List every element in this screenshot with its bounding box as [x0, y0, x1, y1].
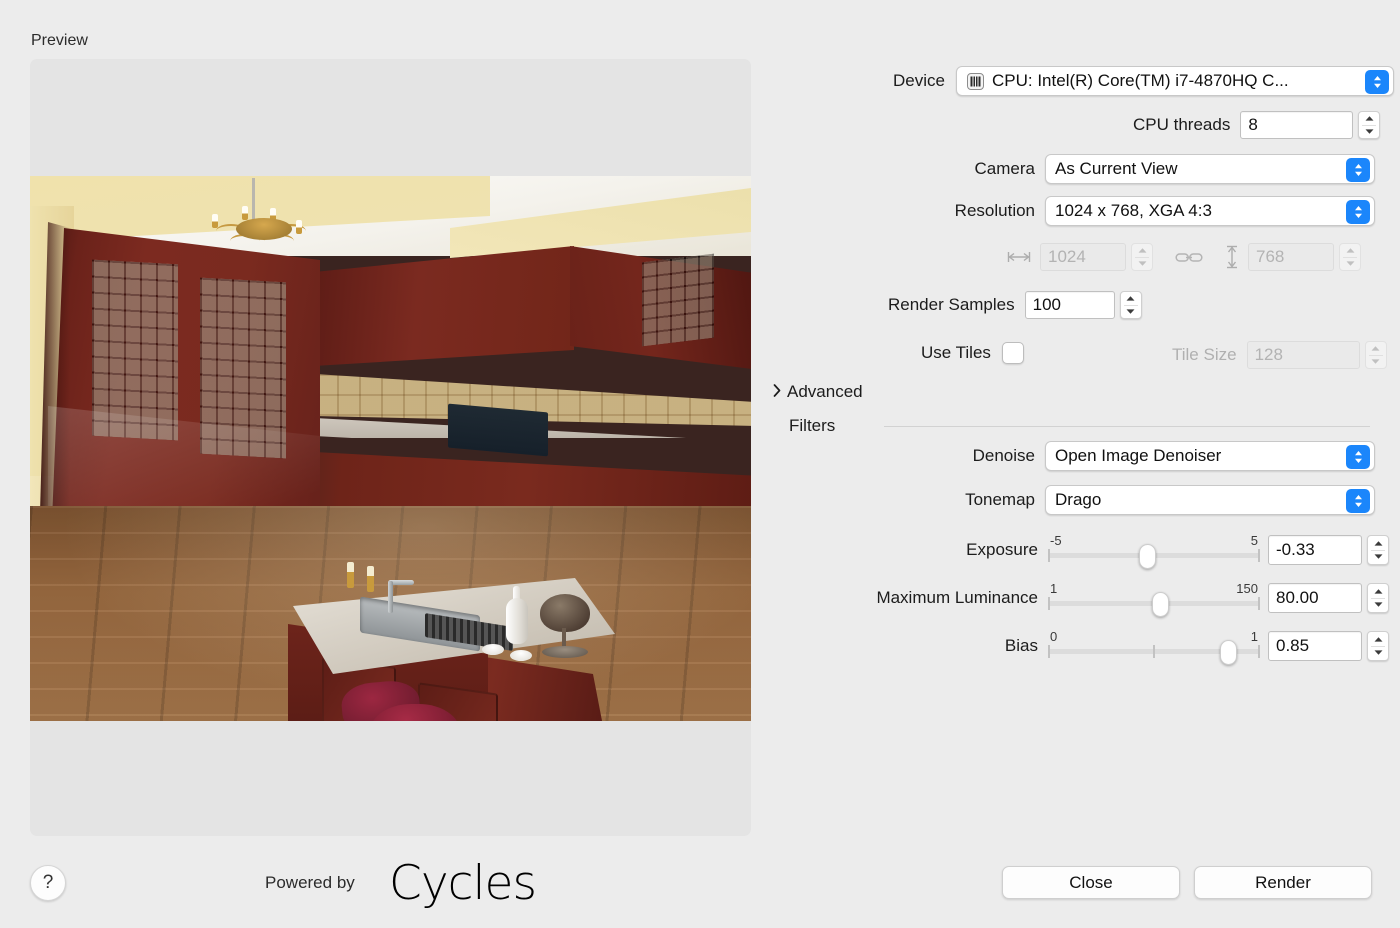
- maximum-luminance-slider-knob[interactable]: [1152, 592, 1169, 617]
- rendered-kitchen-image: [30, 176, 751, 721]
- use-tiles-checkbox[interactable]: [1001, 342, 1024, 364]
- bias-min-label: 0: [1050, 629, 1058, 644]
- filters-section-label: Filters: [789, 416, 836, 435]
- render-button-label: Render: [1255, 872, 1311, 892]
- tonemap-label: Tonemap: [965, 490, 1035, 509]
- cpu-threads-label: CPU threads: [1133, 115, 1231, 134]
- height-arrow-icon: [1225, 245, 1239, 269]
- chevron-updown-icon: [1346, 200, 1370, 224]
- cpu-threads-input[interactable]: 8: [1240, 111, 1354, 139]
- preview-label: Preview: [31, 32, 88, 49]
- maximum-luminance-min-label: 1: [1050, 581, 1058, 596]
- width-input: 1024: [1040, 243, 1126, 271]
- width-value: 1024: [1048, 247, 1086, 266]
- tile-size-value: 128: [1254, 345, 1283, 364]
- chevron-updown-icon: [1365, 70, 1389, 94]
- render-samples-input[interactable]: 100: [1024, 291, 1115, 319]
- powered-by-label: Powered by: [265, 873, 355, 892]
- height-input: 768: [1248, 243, 1334, 271]
- bias-stepper[interactable]: [1367, 631, 1389, 661]
- exposure-row: Exposure -5 5 -0.33: [948, 533, 1389, 569]
- tile-size-input: 128: [1246, 341, 1360, 369]
- exposure-slider[interactable]: -5 5: [1048, 533, 1260, 569]
- bias-value: 0.85: [1276, 636, 1310, 655]
- tonemap-row: Tonemap Drago: [953, 485, 1375, 515]
- render-samples-value: 100: [1032, 295, 1061, 314]
- denoise-value: Open Image Denoiser: [1055, 446, 1222, 465]
- preview-panel: [30, 59, 751, 836]
- exposure-value: -0.33: [1276, 540, 1315, 559]
- tonemap-value: Drago: [1055, 490, 1102, 509]
- tile-size-label: Tile Size: [1172, 345, 1237, 364]
- camera-value: As Current View: [1055, 159, 1178, 178]
- device-value: CPU: Intel(R) Core(TM) i7-4870HQ C...: [992, 71, 1289, 90]
- width-stepper: [1131, 243, 1153, 271]
- bias-slider[interactable]: 0 1: [1048, 629, 1260, 665]
- use-tiles-label: Use Tiles: [921, 343, 991, 362]
- camera-popup-button[interactable]: As Current View: [1045, 154, 1375, 184]
- chevron-right-icon: [773, 382, 781, 402]
- denoise-row: Denoise Open Image Denoiser: [965, 441, 1375, 471]
- bias-slider-knob[interactable]: [1220, 640, 1237, 665]
- maximum-luminance-stepper[interactable]: [1367, 583, 1389, 613]
- camera-label: Camera: [974, 159, 1035, 178]
- chevron-updown-icon: [1346, 489, 1370, 513]
- exposure-label: Exposure: [966, 540, 1038, 559]
- render-samples-stepper[interactable]: [1119, 291, 1142, 319]
- render-samples-row: Render Samples 100: [888, 291, 1142, 319]
- exposure-input[interactable]: -0.33: [1268, 535, 1362, 565]
- exposure-max-label: 5: [1250, 533, 1258, 548]
- denoise-popup-button[interactable]: Open Image Denoiser: [1045, 441, 1375, 471]
- maximum-luminance-label: Maximum Luminance: [876, 588, 1038, 607]
- resolution-value: 1024 x 768, XGA 4:3: [1055, 201, 1212, 220]
- width-arrows-icon: [1007, 250, 1031, 264]
- maximum-luminance-slider[interactable]: 1 150: [1048, 581, 1260, 617]
- tonemap-popup-button[interactable]: Drago: [1045, 485, 1375, 515]
- bias-max-label: 1: [1250, 629, 1258, 644]
- bias-label: Bias: [1004, 636, 1038, 655]
- help-question-icon: ?: [42, 872, 54, 893]
- render-samples-label: Render Samples: [888, 295, 1015, 314]
- tile-size-row: Tile Size 128: [1172, 341, 1387, 369]
- height-value: 768: [1256, 247, 1285, 266]
- resolution-label: Resolution: [954, 201, 1035, 220]
- maximum-luminance-value: 80.00: [1276, 588, 1319, 607]
- height-stepper: [1339, 243, 1361, 271]
- close-button-label: Close: [1069, 872, 1113, 892]
- cpu-chip-icon: [966, 72, 985, 91]
- device-row: Device CPU: Intel(R) Core(TM) i7-4870HQ …: [870, 66, 1394, 96]
- tile-size-stepper: [1364, 341, 1387, 369]
- filters-divider: [884, 426, 1370, 427]
- advanced-label: Advanced: [787, 382, 863, 401]
- maximum-luminance-row: Maximum Luminance 1 150 80.00: [845, 581, 1389, 617]
- close-button[interactable]: Close: [1002, 866, 1180, 899]
- cpu-threads-row: CPU threads 8: [1133, 111, 1381, 139]
- exposure-slider-knob[interactable]: [1139, 544, 1156, 569]
- cpu-threads-value: 8: [1248, 115, 1258, 134]
- camera-row: Camera As Current View: [965, 154, 1375, 184]
- dimensions-row: 1024 768: [1007, 243, 1361, 271]
- bias-row: Bias 0 1 0.85: [996, 629, 1389, 665]
- device-label: Device: [893, 71, 945, 90]
- bias-input[interactable]: 0.85: [1268, 631, 1362, 661]
- advanced-disclosure[interactable]: Advanced: [773, 382, 863, 402]
- link-chain-icon[interactable]: [1175, 251, 1203, 264]
- device-popup-button[interactable]: CPU: Intel(R) Core(TM) i7-4870HQ C...: [956, 66, 1394, 96]
- resolution-row: Resolution 1024 x 768, XGA 4:3: [935, 196, 1375, 226]
- cpu-threads-stepper[interactable]: [1358, 111, 1381, 139]
- denoise-label: Denoise: [972, 446, 1035, 465]
- render-settings-dialog: Preview Device CPU: Intel(R) Core(TM) i7…: [0, 0, 1400, 928]
- help-button[interactable]: ?: [30, 865, 66, 901]
- maximum-luminance-max-label: 150: [1236, 581, 1258, 596]
- use-tiles-row: Use Tiles: [921, 342, 1024, 364]
- maximum-luminance-input[interactable]: 80.00: [1268, 583, 1362, 613]
- exposure-stepper[interactable]: [1367, 535, 1389, 565]
- exposure-min-label: -5: [1050, 533, 1062, 548]
- chevron-updown-icon: [1346, 445, 1370, 469]
- cycles-logo: Cycles: [389, 856, 537, 911]
- render-button[interactable]: Render: [1194, 866, 1372, 899]
- resolution-popup-button[interactable]: 1024 x 768, XGA 4:3: [1045, 196, 1375, 226]
- chevron-updown-icon: [1346, 158, 1370, 182]
